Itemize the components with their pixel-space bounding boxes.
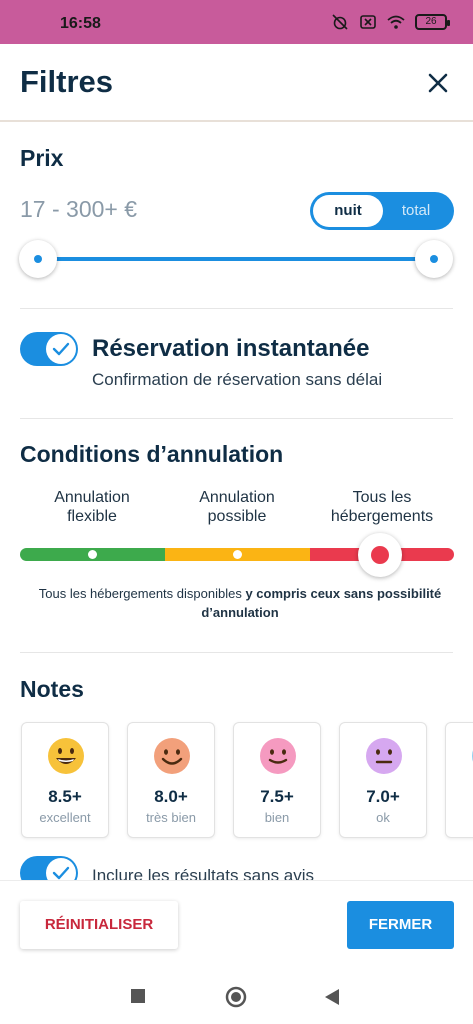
option-line: hébergements xyxy=(330,508,434,525)
rating-label: très bien xyxy=(146,810,196,825)
filters-header: Filtres xyxy=(0,44,473,122)
cancellation-stop-dot xyxy=(233,550,242,559)
rating-score: 8.0+ xyxy=(154,787,188,806)
divider xyxy=(20,652,453,653)
price-slider-track[interactable] xyxy=(38,257,434,261)
smiling-face-icon xyxy=(154,738,190,774)
rating-card-tres-bien[interactable]: 8.0+ très bien xyxy=(127,722,215,838)
wifi-icon xyxy=(387,15,405,29)
rating-label: bien xyxy=(264,810,290,825)
recent-apps-icon[interactable] xyxy=(130,988,146,1004)
neutral-face-icon xyxy=(366,738,402,774)
option-line: Annulation xyxy=(199,489,275,506)
grinning-face-icon xyxy=(48,738,84,774)
home-icon[interactable] xyxy=(225,986,247,1008)
switch-thumb xyxy=(46,334,76,364)
rating-card-bien[interactable]: 7.5+ bien xyxy=(233,722,321,838)
option-line: Tous les xyxy=(352,489,412,506)
cancellation-option-flexible[interactable]: Annulation flexible xyxy=(30,488,154,526)
divider xyxy=(20,308,453,309)
cancellation-option-all[interactable]: Tous les hébergements xyxy=(316,488,448,526)
filters-footer: RÉINITIALISER FERMER xyxy=(0,880,473,968)
cancellation-option-possible[interactable]: Annulation possible xyxy=(175,488,299,526)
cancellation-description: Tous les hébergements disponibles y comp… xyxy=(20,584,460,622)
close-icon[interactable] xyxy=(427,72,449,94)
description-text: Tous les hébergements disponibles xyxy=(38,586,246,601)
status-icons: 26 xyxy=(331,14,450,30)
cancellation-section-title: Conditions d’annulation xyxy=(20,441,284,467)
price-mode-toggle[interactable]: nuit total xyxy=(310,192,454,230)
instant-booking-switch[interactable] xyxy=(20,332,78,366)
price-mode-total[interactable]: total xyxy=(381,195,451,227)
cancellation-stop-dot xyxy=(88,550,97,559)
rating-card-partial[interactable] xyxy=(445,722,473,838)
alarm-off-icon xyxy=(332,14,348,30)
price-section-title: Prix xyxy=(20,145,64,171)
sim-blocked-icon xyxy=(360,15,376,29)
battery-icon: 26 xyxy=(415,14,450,30)
system-nav-bar xyxy=(0,968,473,1024)
rating-score: 8.5+ xyxy=(48,787,82,806)
page-title: Filtres xyxy=(20,64,114,99)
rating-score: 7.5+ xyxy=(260,787,294,806)
check-icon xyxy=(52,342,70,356)
rating-card-ok[interactable]: 7.0+ ok xyxy=(339,722,427,838)
rating-card-excellent[interactable]: 8.5+ excellent xyxy=(21,722,109,838)
option-line: Annulation xyxy=(54,489,130,506)
price-range-value: 17 - 300+ € xyxy=(20,196,138,222)
notes-section-title: Notes xyxy=(20,676,84,702)
option-line: possible xyxy=(207,508,267,525)
instant-booking-subtitle: Confirmation de réservation sans délai xyxy=(92,370,383,389)
price-slider-max-handle[interactable] xyxy=(415,240,453,278)
rating-label: excellent xyxy=(39,810,91,825)
back-icon[interactable] xyxy=(324,988,340,1006)
divider xyxy=(20,418,453,419)
check-icon xyxy=(52,866,70,880)
status-time: 16:58 xyxy=(60,15,101,32)
price-mode-nuit[interactable]: nuit xyxy=(313,195,383,227)
price-slider-min-handle[interactable] xyxy=(19,240,57,278)
slight-smile-face-icon xyxy=(260,738,296,774)
reset-button[interactable]: RÉINITIALISER xyxy=(20,901,178,949)
close-button[interactable]: FERMER xyxy=(347,901,454,949)
rating-score: 7.0+ xyxy=(366,787,400,806)
option-line: flexible xyxy=(67,508,117,525)
cancellation-slider-handle[interactable] xyxy=(358,533,402,577)
instant-booking-title: Réservation instantanée xyxy=(92,335,370,362)
rating-label: ok xyxy=(376,810,390,825)
status-bar: 16:58 26 xyxy=(0,0,473,44)
